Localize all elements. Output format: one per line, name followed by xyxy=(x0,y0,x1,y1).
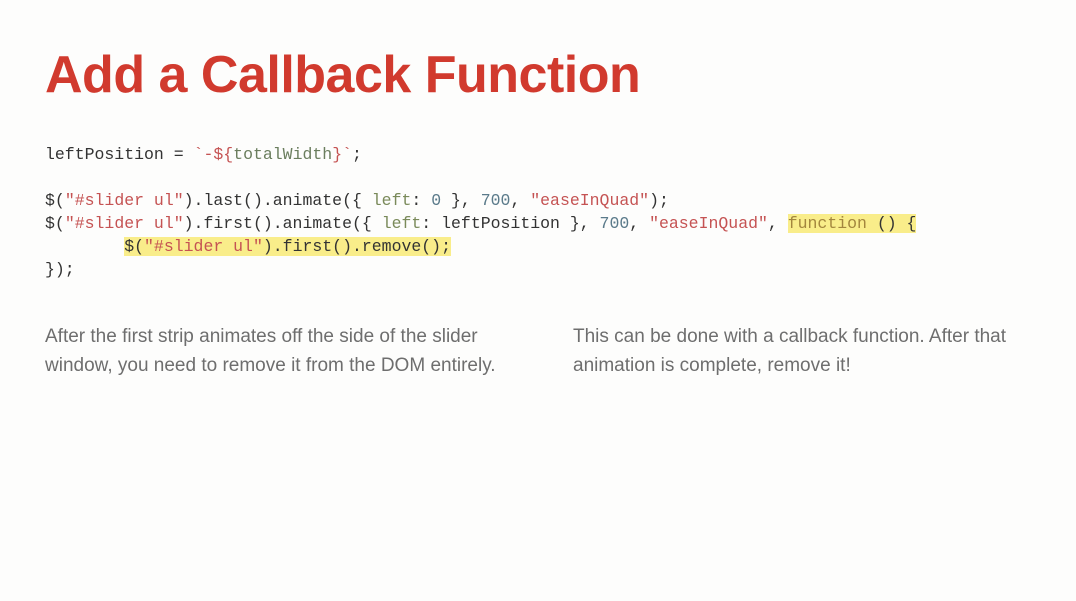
explanation-columns: After the first strip animates off the s… xyxy=(45,322,1031,381)
code-line-4: $("#slider ul").first().animate({ left: … xyxy=(45,214,916,233)
left-column-text: After the first strip animates off the s… xyxy=(45,322,503,381)
code-line-3: $("#slider ul").last().animate({ left: 0… xyxy=(45,191,669,210)
code-line-5: $("#slider ul").first().remove(); xyxy=(45,237,451,256)
code-line-6: }); xyxy=(45,260,75,279)
code-block: leftPosition = `-${totalWidth}`; $("#sli… xyxy=(45,143,1031,282)
code-line-1: leftPosition = `-${totalWidth}`; xyxy=(45,145,362,164)
slide-title: Add a Callback Function xyxy=(45,45,1031,105)
right-column-text: This can be done with a callback functio… xyxy=(573,322,1031,381)
